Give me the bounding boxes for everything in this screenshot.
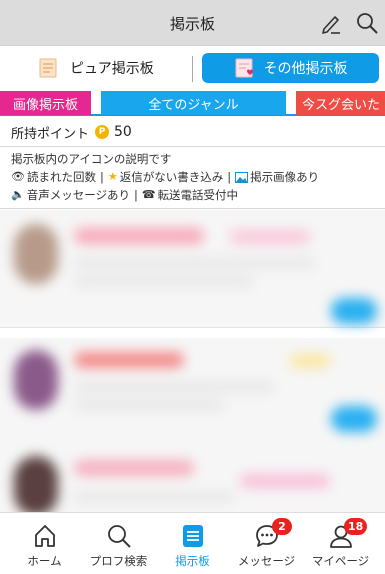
message-count-badge: 2 [272, 518, 292, 535]
avatar [14, 224, 58, 284]
nav-profile-search[interactable]: プロフ検索 [80, 513, 157, 574]
nav-mypage-label: マイページ [311, 554, 370, 568]
post-item[interactable] [0, 210, 385, 328]
nav-home-label: ホーム [27, 554, 62, 568]
nav-mypage[interactable]: マイページ 18 [302, 513, 379, 574]
heart-document-icon [235, 58, 253, 78]
nav-home[interactable]: ホーム [6, 513, 83, 574]
nav-board[interactable]: 掲示板 [154, 513, 231, 574]
legend-separator: | [133, 188, 138, 202]
category-tabs: 画像掲示板 全てのジャンル 今スグ会いた [0, 90, 385, 116]
divider [0, 208, 385, 209]
pen-icon[interactable] [318, 10, 344, 36]
tab-all-genres[interactable]: 全てのジャンル [101, 91, 286, 115]
icon-legend: 掲示板内のアイコンの説明です 👁 読まれた回数 | ★ 返信がない書き込み | … [11, 150, 319, 204]
document-icon [39, 58, 57, 78]
points-label: 所持ポイント [11, 126, 90, 142]
home-icon [34, 525, 55, 547]
post-title [74, 228, 204, 244]
bottom-navigation: ホーム プロフ検索 掲示板 メッセージ 2 マイページ 18 [0, 512, 385, 574]
nav-messages[interactable]: メッセージ 2 [228, 513, 305, 574]
legend-call-transfer: 転送電話受付中 [157, 188, 239, 202]
nav-messages-label: メッセージ [237, 554, 296, 568]
speaker-icon: 🔈 [11, 188, 25, 201]
search-icon[interactable] [354, 10, 380, 36]
reply-button [331, 298, 377, 324]
legend-has-image: 掲示画像あり [250, 170, 320, 184]
app-header: 掲示板 [0, 0, 385, 46]
post-tag [240, 474, 330, 488]
divider [0, 146, 385, 147]
tab-meet-now[interactable]: 今スグ会いた [296, 91, 385, 115]
post-text [74, 492, 234, 502]
post-text [74, 276, 254, 286]
tab-image-board[interactable]: 画像掲示板 [0, 91, 91, 115]
post-tag [290, 354, 330, 368]
nav-board-label: 掲示板 [175, 554, 210, 568]
post-tag [230, 230, 310, 244]
point-coin-icon: P [95, 125, 110, 139]
legend-row-2: 🔈 音声メッセージあり | ☎ 転送電話受付中 [11, 186, 319, 204]
phone-icon: ☎ [141, 188, 156, 201]
legend-separator: | [99, 170, 104, 184]
avatar [14, 350, 58, 410]
post-title [74, 460, 194, 476]
reply-button [331, 406, 377, 432]
legend-voice-message: 音声メッセージあり [26, 188, 130, 202]
mypage-count-badge: 18 [344, 518, 368, 535]
post-text [74, 258, 314, 268]
legend-read-count: 読まれた回数 [26, 170, 96, 184]
pure-board-button[interactable]: ピュア掲示板 [20, 53, 185, 83]
post-text [74, 382, 274, 392]
other-board-label: その他掲示板 [263, 61, 348, 77]
legend-separator: | [227, 170, 232, 184]
pure-board-label: ピュア掲示板 [70, 61, 154, 77]
points-row: 所持ポイント P 50 [11, 122, 132, 142]
board-icon [182, 525, 203, 547]
image-icon [235, 171, 249, 183]
points-value: 50 [114, 124, 132, 140]
nav-profile-search-label: プロフ検索 [89, 554, 148, 568]
post-title [74, 352, 184, 368]
search-icon [107, 525, 131, 548]
eye-icon: 👁 [11, 170, 25, 183]
star-icon: ★ [107, 170, 118, 183]
other-board-button[interactable]: その他掲示板 [202, 53, 379, 83]
legend-no-reply: 返信がない書き込み [119, 170, 224, 184]
avatar [14, 456, 58, 516]
legend-title: 掲示板内のアイコンの説明です [11, 152, 172, 166]
segment-divider [192, 56, 193, 82]
legend-row-1: 👁 読まれた回数 | ★ 返信がない書き込み | 掲示画像あり [11, 168, 319, 186]
post-item[interactable] [0, 338, 385, 456]
post-text [74, 400, 224, 410]
